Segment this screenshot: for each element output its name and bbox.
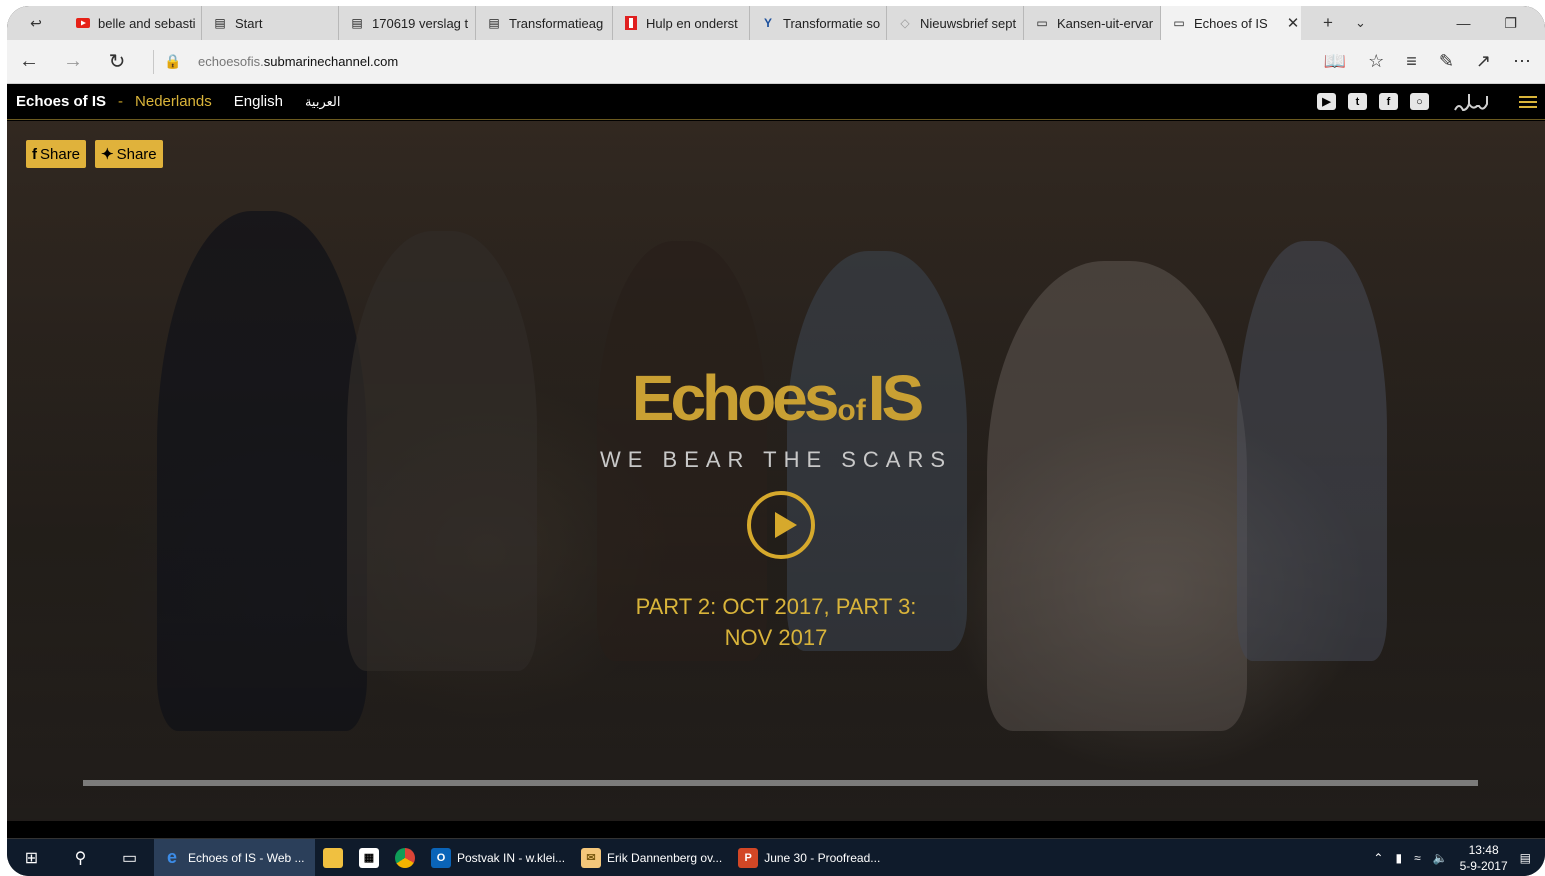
window-icon: ▭ <box>1173 16 1185 30</box>
page-icon: ▤ <box>214 16 226 30</box>
youtube-icon <box>75 16 91 30</box>
favorite-star-icon[interactable]: ☆ <box>1368 51 1384 72</box>
tagline: WE BEAR THE SCARS <box>599 447 953 472</box>
tab-echoes-of-is[interactable]: ▭ Echoes of IS ✕ <box>1161 6 1301 40</box>
taskbar-app-edge[interactable]: e Echoes of IS - Web ... <box>154 838 315 876</box>
facebook-icon[interactable]: f <box>1379 93 1398 110</box>
title-block: EchoesofIS WE BEAR THE SCARS <box>7 366 1545 473</box>
taskbar-app-chrome[interactable] <box>387 839 423 876</box>
video-progress-bar[interactable] <box>83 780 1478 786</box>
outlook-icon: O <box>431 847 451 868</box>
share-buttons: f Share ✦ Share <box>26 140 163 168</box>
hub-icon[interactable]: ≡ <box>1406 51 1417 72</box>
search-icon[interactable]: ⚲ <box>56 839 105 876</box>
address-separator <box>153 49 154 74</box>
wifi-icon[interactable]: ≈ <box>1414 851 1421 865</box>
clock[interactable]: 13:48 5-9-2017 <box>1460 842 1508 874</box>
facebook-icon: f <box>32 145 37 163</box>
tab-kansen-uit-ervaring[interactable]: ▭ Kansen-uit-ervar <box>1024 6 1161 40</box>
submarine-channel-logo-icon[interactable] <box>1453 90 1493 114</box>
taskbar-app-mail[interactable]: ✉ Erik Dannenberg ov... <box>573 839 730 876</box>
system-tray: ⌃ ▮ ≈ 🔈 13:48 5-9-2017 ▤ <box>1373 842 1545 874</box>
address-bar: ← → ↻ 🔒 echoesofis.submarinechannel.com … <box>7 40 1545 84</box>
tabs-aside-icon: ↩ <box>30 14 42 31</box>
hero-video[interactable]: f Share ✦ Share EchoesofIS WE BEAR THE S… <box>7 121 1545 821</box>
red-flag-icon <box>623 16 639 30</box>
more-icon[interactable]: ⋯ <box>1513 51 1531 72</box>
file-explorer-icon <box>323 847 343 868</box>
twitter-icon[interactable]: t <box>1348 93 1367 110</box>
tabs-aside-button[interactable]: ↩ <box>7 6 65 40</box>
forward-arrow-icon[interactable]: → <box>51 50 95 73</box>
windows-taskbar: ⊞ ⚲ ▭ e Echoes of IS - Web ... ▦ O Postv… <box>7 838 1545 876</box>
close-tab-icon[interactable]: ✕ <box>1287 14 1300 32</box>
restore-icon[interactable]: ❐ <box>1504 15 1517 32</box>
twitter-share-button[interactable]: ✦ Share <box>95 140 163 168</box>
tab-transformatieagenda[interactable]: ▤ Transformatieag <box>476 6 613 40</box>
store-icon: ▦ <box>359 847 379 868</box>
taskbar-app-file-explorer[interactable] <box>315 839 351 876</box>
diamond-icon: ◇ <box>900 16 910 30</box>
language-english[interactable]: English <box>234 93 283 110</box>
play-button[interactable] <box>747 491 815 559</box>
window-icon: ▭ <box>1036 16 1048 30</box>
lock-icon[interactable]: 🔒 <box>162 53 184 70</box>
chrome-icon <box>395 847 415 868</box>
echoes-of-is-logo: EchoesofIS <box>631 362 924 434</box>
battery-icon[interactable]: ▮ <box>1395 851 1402 865</box>
chevron-down-icon[interactable]: ⌄ <box>1355 15 1366 31</box>
site-header: Echoes of IS - Nederlands English العربي… <box>7 84 1545 120</box>
volume-muted-icon[interactable]: 🔈 <box>1433 851 1448 865</box>
new-tab-icon[interactable]: + <box>1323 13 1333 33</box>
tab-nieuwsbrief[interactable]: ◇ Nieuwsbrief sept <box>887 6 1024 40</box>
taskbar-app-store[interactable]: ▦ <box>351 839 387 876</box>
youtube-icon[interactable]: ▶ <box>1317 93 1336 110</box>
instagram-icon[interactable]: ○ <box>1410 93 1429 110</box>
tab-hulp-en-ondersteuning[interactable]: Hulp en onderst <box>613 6 750 40</box>
edge-icon: e <box>166 847 177 867</box>
brand-separator: - <box>118 93 124 110</box>
minimize-icon[interactable]: — <box>1456 15 1470 31</box>
release-schedule: PART 2: OCT 2017, PART 3: NOV 2017 <box>635 594 917 650</box>
screen: ↩ belle and sebasti ▤ Start ▤ 170619 ver… <box>7 6 1545 876</box>
task-view-icon[interactable]: ▭ <box>105 839 154 876</box>
back-arrow-icon[interactable]: ← <box>7 50 51 73</box>
share-icon[interactable]: ↗ <box>1476 51 1491 72</box>
notifications-icon[interactable]: ▤ <box>1520 851 1531 865</box>
document-icon: ▤ <box>488 16 500 30</box>
tab-bar: ↩ belle and sebasti ▤ Start ▤ 170619 ver… <box>7 6 1545 40</box>
web-note-icon[interactable]: ✎ <box>1439 51 1454 72</box>
chevron-up-icon[interactable]: ⌃ <box>1373 851 1383 865</box>
twitter-bird-icon: ✦ <box>101 146 114 163</box>
mail-icon: ✉ <box>581 847 602 868</box>
facebook-share-button[interactable]: f Share <box>26 140 87 168</box>
tab-verslag[interactable]: ▤ 170619 verslag t <box>339 6 476 40</box>
taskbar-app-outlook[interactable]: O Postvak IN - w.klei... <box>423 839 573 876</box>
social-links: ▶ t f ○ <box>1317 90 1545 114</box>
url-field[interactable]: echoesofis.submarinechannel.com <box>198 54 398 69</box>
language-nederlands[interactable]: Nederlands <box>135 93 212 110</box>
powerpoint-icon: P <box>738 847 759 868</box>
tab-belle-and-sebastian[interactable]: belle and sebasti <box>65 6 202 40</box>
start-icon[interactable]: ⊞ <box>7 839 56 876</box>
reading-view-icon[interactable]: 📖 <box>1324 51 1346 72</box>
document-icon: ▤ <box>351 16 363 30</box>
menu-hamburger-icon[interactable] <box>1519 95 1537 108</box>
tab-transformatie-sociaal[interactable]: Y Transformatie so <box>750 6 887 40</box>
site-brand[interactable]: Echoes of IS <box>16 93 106 110</box>
tab-start[interactable]: ▤ Start <box>202 6 339 40</box>
language-arabic[interactable]: العربية <box>305 94 341 110</box>
refresh-icon[interactable]: ↻ <box>95 49 139 74</box>
taskbar-app-powerpoint[interactable]: P June 30 - Proofread... <box>730 839 888 876</box>
logo-icon: Y <box>763 16 772 30</box>
